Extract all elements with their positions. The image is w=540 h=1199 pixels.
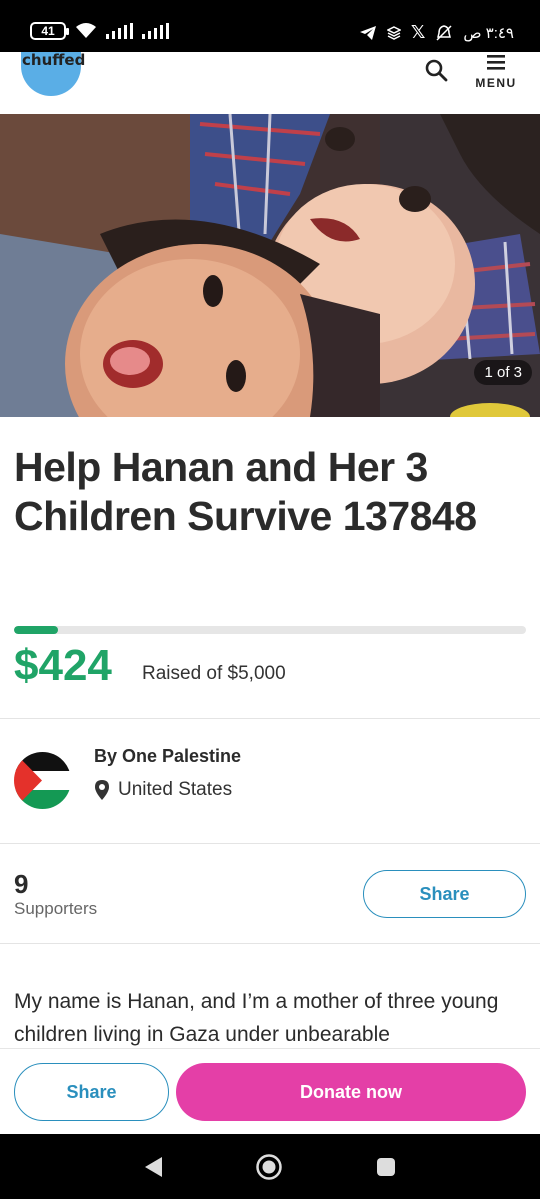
funding-progress-bar [14, 626, 526, 634]
campaign-content: Help Hanan and Her 3 Children Survive 13… [0, 417, 540, 1048]
wifi-icon [76, 23, 96, 38]
share-button-bottom[interactable]: Share [14, 1063, 169, 1121]
donate-now-button[interactable]: Donate now [176, 1063, 526, 1121]
menu-label: MENU [475, 76, 517, 90]
organizer-location: United States [94, 779, 232, 801]
site-header: chuffed MENU [0, 51, 540, 114]
battery-level: 41 [41, 24, 55, 38]
supporters-count: 9 [14, 869, 29, 899]
home-button[interactable] [254, 1152, 284, 1182]
palestine-flag [14, 752, 71, 809]
clock: ٣:٤٩ ص [463, 24, 514, 42]
search-icon [425, 59, 448, 82]
recents-button[interactable] [371, 1152, 401, 1182]
photo-counter: 1 of 3 [474, 360, 532, 385]
status-bar: 41 𝕏 ٣:٤٩ ص [0, 0, 540, 52]
campaign-story: My name is Hanan, and I’m a mother of th… [14, 990, 499, 1046]
battery-icon: 41 [30, 22, 69, 40]
status-left: 41 [30, 22, 170, 40]
location-text: United States [118, 779, 233, 800]
location-pin-icon [95, 780, 109, 800]
home-icon [256, 1154, 282, 1180]
campaign-title: Help Hanan and Her 3 Children Survive 13… [14, 444, 477, 539]
telegram-icon [359, 25, 376, 40]
status-right: 𝕏 ٣:٤٩ ص [359, 22, 514, 43]
menu-icon [487, 55, 505, 70]
search-button[interactable] [424, 58, 450, 84]
system-navigation-bar [0, 1134, 540, 1199]
organizer-avatar[interactable] [14, 752, 71, 809]
x-icon: 𝕏 [410, 22, 426, 42]
back-button[interactable] [138, 1152, 168, 1182]
children-photo [0, 114, 540, 417]
divider [0, 943, 540, 944]
bottom-action-bar: Share Donate now [0, 1048, 540, 1134]
divider [0, 718, 540, 719]
campaign-photo[interactable]: 1 of 3 [0, 114, 540, 417]
layers-icon [386, 25, 401, 40]
organizer-name[interactable]: By One Palestine [94, 746, 241, 767]
raised-goal-text: Raised of $5,000 [142, 663, 286, 684]
recents-icon [377, 1158, 395, 1176]
signal-icon-2 [142, 23, 169, 39]
supporters-label: Supporters [14, 899, 98, 918]
signal-icon [106, 23, 133, 39]
logo-text: chuffed [22, 51, 86, 69]
share-button[interactable]: Share [363, 870, 526, 918]
funding-progress-fill [14, 626, 58, 634]
mute-icon [436, 24, 452, 41]
back-icon [145, 1157, 162, 1177]
menu-button[interactable]: MENU [472, 54, 520, 98]
raised-amount: $424 [14, 641, 112, 690]
divider [0, 843, 540, 844]
